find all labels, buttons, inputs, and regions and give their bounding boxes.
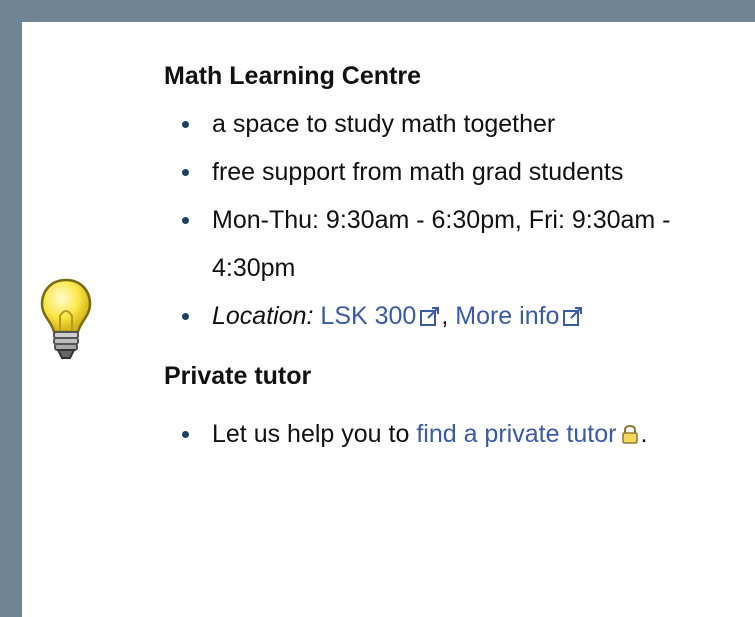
tutor-period: .	[640, 420, 648, 448]
math-centre-heading: Math Learning Centre	[164, 62, 421, 90]
math-centre-list: a space to study math together free supp…	[164, 100, 724, 340]
external-link-icon	[420, 307, 440, 326]
private-tutor-heading: Private tutor	[164, 362, 312, 390]
left-border	[0, 0, 22, 617]
list-item: Mon-Thu: 9:30am - 6:30pm, Fri: 9:30am - …	[182, 196, 672, 292]
top-border	[0, 0, 755, 22]
external-link-icon	[563, 307, 583, 326]
private-tutor-link[interactable]: find a private tutor	[416, 420, 640, 448]
more-info-link-text: More info	[455, 302, 560, 330]
private-tutor-link-text: find a private tutor	[416, 420, 617, 448]
more-info-link[interactable]: More info	[455, 302, 584, 330]
list-item: a space to study math together	[182, 100, 672, 148]
location-label: Location:	[212, 302, 314, 330]
tutor-item: Let us help you to find a private tutor.	[182, 410, 672, 458]
separator: ,	[441, 302, 449, 330]
location-link[interactable]: LSK 300	[320, 302, 441, 330]
location-item: Location: LSK 300, More info	[182, 292, 672, 340]
private-tutor-list: Let us help you to find a private tutor.	[164, 410, 724, 458]
location-link-text: LSK 300	[320, 302, 417, 330]
lightbulb-icon	[40, 278, 92, 359]
tutor-text: Let us help you to	[212, 420, 410, 448]
content-area: Math Learning Centre a space to study ma…	[164, 58, 724, 458]
lock-icon	[622, 424, 639, 444]
list-item: free support from math grad students	[182, 148, 672, 196]
